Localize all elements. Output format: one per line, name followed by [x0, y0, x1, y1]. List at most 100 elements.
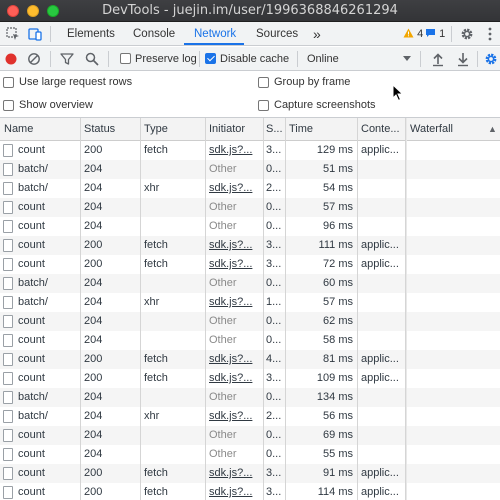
inspect-element-icon[interactable] — [5, 26, 21, 42]
cell-name: count — [18, 372, 45, 384]
table-row[interactable]: batch/204 xhr sdk.js?... 1... 57 ms — [0, 293, 500, 312]
warning-icon — [403, 28, 414, 38]
preserve-log-checkbox[interactable] — [120, 53, 131, 64]
capture-screenshots-label: Capture screenshots — [274, 99, 376, 111]
tab-sources[interactable]: Sources — [256, 22, 298, 46]
table-row[interactable]: count 200 fetch sdk.js?... 3... 129 ms applic.… — [0, 141, 500, 160]
table-row[interactable]: count 200 fetch sdk.js?... 3... 91 ms applic..… — [0, 464, 500, 483]
column-header-initiator[interactable]: Initiator — [205, 118, 263, 141]
column-divider[interactable] — [205, 118, 206, 500]
capture-screenshots-checkbox[interactable] — [258, 100, 269, 111]
column-divider[interactable] — [357, 118, 358, 500]
column-header-status[interactable]: Status — [80, 118, 140, 141]
cell-initiator[interactable]: sdk.js?... — [205, 464, 263, 483]
column-header-waterfall[interactable]: Waterfall — [406, 118, 486, 141]
cell-initiator[interactable]: sdk.js?... — [205, 407, 263, 426]
column-divider[interactable] — [263, 118, 264, 500]
table-row[interactable]: count 204 Other 0... 62 ms — [0, 312, 500, 331]
cell-initiator[interactable]: sdk.js?... — [205, 369, 263, 388]
table-row[interactable]: count 200 fetch sdk.js?... 3... 111 ms applic.… — [0, 236, 500, 255]
messages-count: 1 — [439, 28, 446, 40]
device-toolbar-icon[interactable] — [27, 26, 43, 42]
cell-initiator[interactable]: sdk.js?... — [205, 483, 263, 500]
export-har-icon[interactable] — [455, 51, 471, 67]
sort-ascending-icon[interactable]: ▲ — [484, 118, 500, 141]
cell-initiator[interactable]: sdk.js?... — [205, 255, 263, 274]
cell-name: count — [18, 334, 45, 346]
column-header-time[interactable]: Time — [285, 118, 357, 141]
cell-initiator[interactable]: sdk.js?... — [205, 293, 263, 312]
table-row[interactable]: count 204 Other 0... 96 ms — [0, 217, 500, 236]
table-row[interactable]: count 200 fetch sdk.js?... 3... 72 ms applic..… — [0, 255, 500, 274]
network-settings-gear-icon[interactable] — [483, 51, 499, 67]
tab-console[interactable]: Console — [133, 22, 175, 46]
cell-initiator[interactable]: sdk.js?... — [205, 141, 263, 160]
messages-badge[interactable]: 1 — [425, 27, 445, 41]
column-header-type[interactable]: Type — [140, 118, 205, 141]
more-tabs-button[interactable]: » — [313, 22, 321, 46]
column-divider[interactable] — [285, 118, 286, 500]
cell-initiator: Other — [209, 448, 237, 460]
table-row[interactable]: batch/204 Other 0... 60 ms — [0, 274, 500, 293]
cell-size: 0... — [266, 163, 282, 175]
table-row[interactable]: batch/204 xhr sdk.js?... 2... 54 ms — [0, 179, 500, 198]
document-icon — [3, 410, 13, 423]
cell-name: batch/ — [18, 391, 48, 403]
cell-time: 62 ms — [323, 315, 353, 327]
toolbar-divider — [50, 26, 51, 42]
cell-time: 109 ms — [316, 372, 353, 384]
clear-icon[interactable] — [26, 51, 42, 67]
column-header-content[interactable]: Conte... — [357, 118, 405, 141]
column-divider[interactable] — [80, 118, 81, 500]
cell-status: 204 — [84, 448, 103, 460]
cell-initiator[interactable]: sdk.js?... — [205, 350, 263, 369]
group-by-frame-checkbox[interactable] — [258, 77, 269, 88]
table-row[interactable]: batch/204 Other 0... 51 ms — [0, 160, 500, 179]
cell-size: 2... — [266, 182, 282, 194]
devtools-tabbar: Elements Console Network Sources » 4 1 — [0, 22, 500, 46]
cell-type: fetch — [144, 239, 168, 251]
cell-initiator: Other — [209, 201, 237, 213]
warnings-badge[interactable]: 4 — [403, 27, 423, 41]
large-rows-checkbox[interactable] — [3, 77, 14, 88]
search-icon[interactable] — [84, 51, 100, 67]
cell-time: 58 ms — [323, 334, 353, 346]
table-row[interactable]: count 204 Other 0... 57 ms — [0, 198, 500, 217]
table-row[interactable]: count 200 fetch sdk.js?... 3... 114 ms applic.… — [0, 483, 500, 500]
disable-cache-checkbox[interactable] — [205, 53, 216, 64]
cell-initiator[interactable]: sdk.js?... — [205, 236, 263, 255]
table-row[interactable]: count 200 fetch sdk.js?... 4... 81 ms applic..… — [0, 350, 500, 369]
cell-size: 0... — [266, 201, 282, 213]
cell-name: count — [18, 220, 45, 232]
table-row[interactable]: batch/204 xhr sdk.js?... 2... 56 ms — [0, 407, 500, 426]
cell-type: fetch — [144, 467, 168, 479]
column-divider[interactable] — [406, 118, 407, 500]
table-row[interactable]: count 204 Other 0... 58 ms — [0, 331, 500, 350]
tab-elements[interactable]: Elements — [67, 22, 115, 46]
cell-content-type: applic... — [361, 467, 399, 479]
record-icon[interactable] — [3, 51, 19, 67]
table-row[interactable]: count 204 Other 0... 69 ms — [0, 426, 500, 445]
show-overview-checkbox[interactable] — [3, 100, 14, 111]
cell-time: 81 ms — [323, 353, 353, 365]
document-icon — [3, 429, 13, 442]
column-header-name[interactable]: Name — [0, 118, 80, 141]
document-icon — [3, 277, 13, 290]
network-request-table[interactable]: Name Status Type Initiator S... Time Con… — [0, 118, 500, 500]
cell-size: 0... — [266, 448, 282, 460]
cell-type: fetch — [144, 372, 168, 384]
table-row[interactable]: count 204 Other 0... 55 ms — [0, 445, 500, 464]
table-row[interactable]: count 200 fetch sdk.js?... 3... 109 ms applic.… — [0, 369, 500, 388]
more-options-icon[interactable] — [482, 26, 498, 42]
settings-gear-icon[interactable] — [459, 26, 475, 42]
table-row[interactable]: batch/204 Other 0... 134 ms — [0, 388, 500, 407]
cell-status: 200 — [84, 467, 103, 479]
document-icon — [3, 182, 13, 195]
import-har-icon[interactable] — [430, 51, 446, 67]
throttling-select[interactable]: Online — [307, 52, 339, 66]
column-header-size[interactable]: S... — [263, 118, 285, 141]
cell-status: 204 — [84, 296, 103, 308]
cell-initiator[interactable]: sdk.js?... — [205, 179, 263, 198]
column-divider[interactable] — [140, 118, 141, 500]
filter-icon[interactable] — [59, 51, 75, 67]
